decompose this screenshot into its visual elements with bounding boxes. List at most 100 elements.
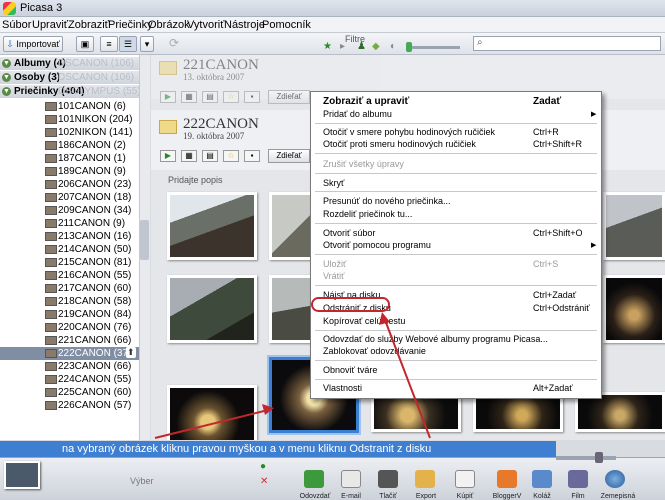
folder-item[interactable]: 101CANON (6) xyxy=(0,100,149,113)
video-filter-icon[interactable]: ▸ xyxy=(340,41,345,52)
movie-icon[interactable]: ▤ xyxy=(202,91,218,103)
photo-thumbnail[interactable] xyxy=(167,275,257,343)
collapse-icon[interactable]: ▼ xyxy=(2,87,11,96)
folder-item[interactable]: 218CANON (58) xyxy=(0,295,149,308)
collage-icon[interactable]: ▦ xyxy=(181,150,197,162)
folder-item-selected[interactable]: 222CANON (37) ⬆ xyxy=(0,347,149,360)
folder-item[interactable]: 101NIKON (204) xyxy=(0,113,149,126)
folder-item[interactable]: 215CANON (81) xyxy=(0,256,149,269)
folder-item[interactable]: 211CANON (9) xyxy=(0,217,149,230)
collapse-icon[interactable]: ▼ xyxy=(2,59,11,68)
folder-item[interactable]: 217CANON (60) xyxy=(0,282,149,295)
collapse-icon[interactable]: ▼ xyxy=(2,73,11,82)
save-icon[interactable]: ▪ xyxy=(244,91,260,103)
movie-icon[interactable] xyxy=(568,470,588,488)
star-filter-icon[interactable]: ★ xyxy=(323,41,332,52)
import-button[interactable]: ⇩ Importovať xyxy=(3,36,63,52)
folder-item[interactable]: 206CANON (23) xyxy=(0,178,149,191)
folder-item[interactable]: 214CANON (50) xyxy=(0,243,149,256)
menu-item-copy-full-path[interactable]: Kopírovať celú cestu xyxy=(323,316,405,326)
menu-picture[interactable]: Obrázok xyxy=(148,19,190,31)
globe-icon[interactable] xyxy=(605,470,625,488)
view-tree-button[interactable]: ≡ xyxy=(100,36,118,52)
add-album-button[interactable]: ▣ xyxy=(76,36,94,52)
folder-item[interactable]: 226CANON (57) xyxy=(0,399,149,412)
photo-thumbnail[interactable] xyxy=(603,192,665,260)
photo-thumbnail[interactable] xyxy=(603,275,665,343)
menu-file[interactable]: Súbor xyxy=(2,19,31,31)
clear-icon[interactable]: ✕ xyxy=(260,476,274,488)
share-button[interactable]: Zdieľať xyxy=(268,90,310,104)
view-dropdown-button[interactable]: ▾ xyxy=(140,36,154,52)
folder-item[interactable]: 220CANON (76) xyxy=(0,321,149,334)
folder-item[interactable]: 102NIKON (141) xyxy=(0,126,149,139)
menu-item-add-to-album[interactable]: Pridať do albumu xyxy=(323,109,392,119)
menu-tools[interactable]: Nástroje xyxy=(224,19,265,31)
email-icon[interactable] xyxy=(341,470,361,488)
menu-item-open-file[interactable]: Otvoriť súbor xyxy=(323,228,375,238)
menu-edit[interactable]: Upraviť xyxy=(32,19,68,31)
group-folders[interactable]: ▼ Priečinky (404) DSOLYMPUS (55) xyxy=(0,85,149,98)
menu-item-split-folder[interactable]: Rozdeliť priečinok tu... xyxy=(323,209,412,219)
shop-icon[interactable] xyxy=(455,470,475,488)
menu-folders[interactable]: Priečinky xyxy=(108,19,153,31)
upload-icon[interactable]: ⬆ xyxy=(126,347,136,358)
menu-item-refresh-faces[interactable]: Obnoviť tváre xyxy=(323,365,377,375)
movie-icon[interactable]: ▤ xyxy=(202,150,218,162)
folder-item[interactable]: 223CANON (66) xyxy=(0,360,149,373)
slideshow-button[interactable]: ▶ xyxy=(160,150,176,162)
photo-thumbnail[interactable] xyxy=(167,192,257,260)
photo-thumbnail[interactable] xyxy=(167,385,257,440)
folder-item[interactable]: 186CANON (2) xyxy=(0,139,149,152)
refresh-icon[interactable]: ⟳ xyxy=(166,36,182,52)
menu-view[interactable]: Zobraziť xyxy=(68,19,109,31)
folder-item[interactable]: 207CANON (18) xyxy=(0,191,149,204)
hold-icon[interactable]: ● xyxy=(260,461,274,473)
folder-item[interactable]: 224CANON (55) xyxy=(0,373,149,386)
slideshow-button[interactable]: ▶ xyxy=(160,91,176,103)
date-filter-knob[interactable] xyxy=(406,42,412,52)
menu-item-block-upload[interactable]: Zablokovať odovzdávanie xyxy=(323,346,426,356)
view-flat-button[interactable]: ☰ xyxy=(119,36,137,52)
folder-item[interactable]: 221CANON (66) xyxy=(0,334,149,347)
star-icon[interactable]: ☆ xyxy=(223,91,239,103)
menu-item-hide[interactable]: Skryť xyxy=(323,178,344,188)
menu-item-rotate-cw[interactable]: Otočiť v smere pohybu hodinových ručičie… xyxy=(323,127,495,137)
folder-item[interactable]: 187CANON (1) xyxy=(0,152,149,165)
upload-icon[interactable] xyxy=(304,470,324,488)
folder-item[interactable]: 219CANON (84) xyxy=(0,308,149,321)
folder-item[interactable]: 225CANON (60) xyxy=(0,386,149,399)
menu-item-view-edit[interactable]: Zobraziť a upraviť xyxy=(323,96,409,107)
folder-item[interactable]: 209CANON (34) xyxy=(0,204,149,217)
menu-create[interactable]: Vytvoriť xyxy=(187,19,224,31)
star-icon[interactable]: ☆ xyxy=(223,150,239,162)
group-people[interactable]: ▼ Osoby (3) DSCANON (106) xyxy=(0,71,149,84)
people-filter-icon[interactable]: ♟ xyxy=(357,41,366,52)
blogger-icon[interactable] xyxy=(497,470,517,488)
menu-item-open-with[interactable]: Otvoriť pomocou programu xyxy=(323,240,431,250)
menu-help[interactable]: Pomocník xyxy=(262,19,311,31)
export-icon[interactable] xyxy=(415,470,435,488)
date-filter-slider[interactable] xyxy=(410,46,460,49)
menu-item-rotate-ccw[interactable]: Otočiť proti smeru hodinových ručičiek xyxy=(323,139,476,149)
collage-icon[interactable]: ▦ xyxy=(181,91,197,103)
upload-filter-icon[interactable]: ◐ xyxy=(390,41,396,52)
zoom-slider-knob[interactable] xyxy=(595,452,603,463)
menu-item-move-to-new-folder[interactable]: Presunúť do nového priečinka... xyxy=(323,196,450,206)
sidebar-scroll-thumb[interactable] xyxy=(140,220,149,260)
collage-icon[interactable] xyxy=(532,470,552,488)
search-input[interactable]: ⌕ xyxy=(473,36,661,51)
print-icon[interactable] xyxy=(378,470,398,488)
menu-item-properties[interactable]: Vlastnosti xyxy=(323,383,362,393)
folder-item[interactable]: 213CANON (16) xyxy=(0,230,149,243)
folder-item[interactable]: 216CANON (55) xyxy=(0,269,149,282)
zoom-slider[interactable] xyxy=(556,456,616,460)
menu-item-upload-web-albums[interactable]: Odovzdať do služby Webové albumy program… xyxy=(323,334,548,344)
save-icon[interactable]: ▪ xyxy=(244,150,260,162)
share-button[interactable]: Zdieľať xyxy=(268,149,310,163)
caption-hint[interactable]: Pridajte popis xyxy=(168,175,223,185)
folder-item[interactable]: 189CANON (9) xyxy=(0,165,149,178)
group-albums[interactable]: ▼ Albumy (4) DSCANON (106) xyxy=(0,57,149,70)
tray-selected-thumbnail[interactable] xyxy=(4,461,40,489)
geotag-filter-icon[interactable]: ◆ xyxy=(372,41,380,52)
